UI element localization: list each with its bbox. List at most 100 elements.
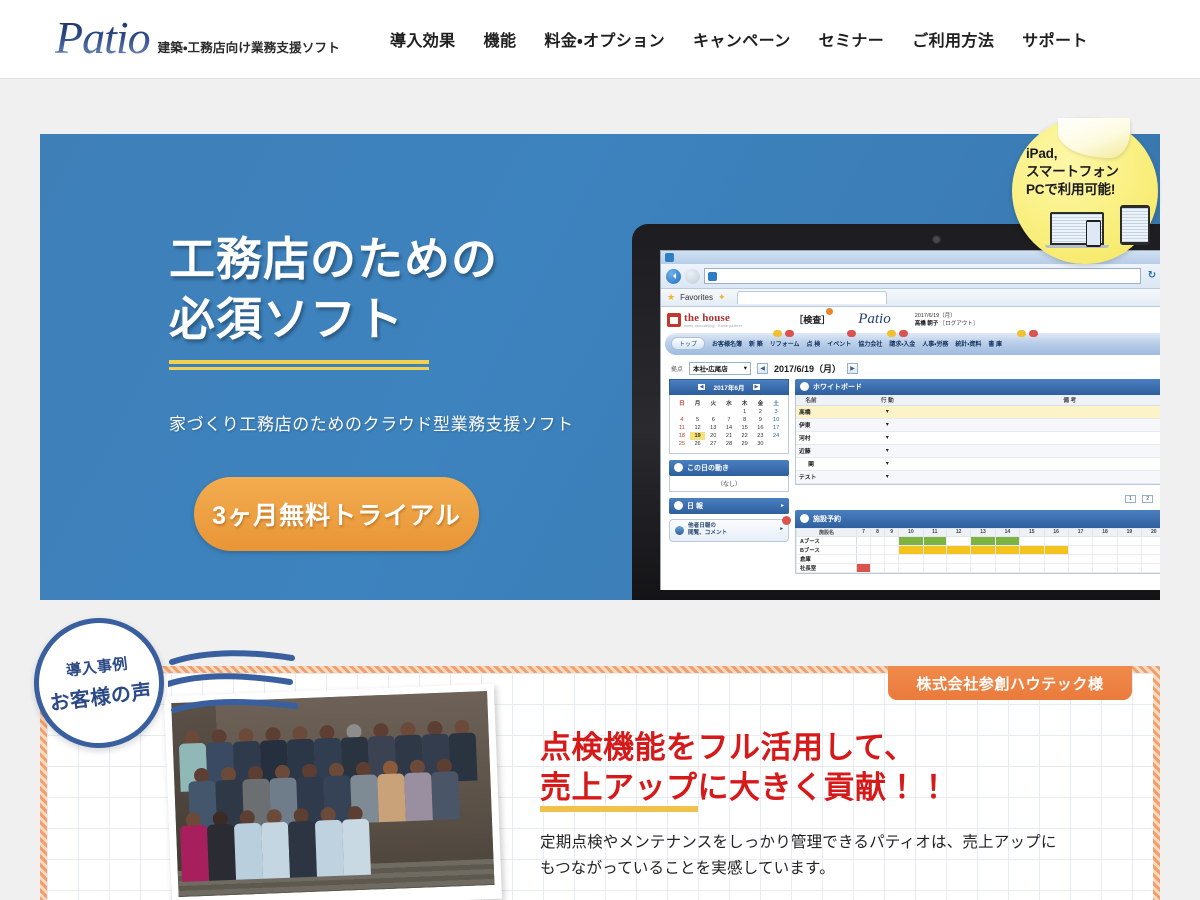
app-nav-billing[interactable]: 請求・入金 [889, 339, 915, 348]
thehouse-sub: home remodeling . home partner [684, 323, 743, 328]
table-row[interactable]: テスト ▾ 記入 [796, 470, 1160, 484]
nav-item-campaign[interactable]: キャンペーン [679, 19, 805, 59]
other-report-label: 他者日報の 閲覧、コメント [688, 522, 728, 537]
case-study-copy: 点検機能をフル活用して、 売上アップに大きく貢献！！ 定期点検やメンテナンスをし… [540, 728, 1060, 883]
app-patio-logo: Patio [858, 311, 891, 328]
hero-copy: 工務店のための 必須ソフト 家づくり工務店のためのクラウド型業務支援ソフト 3ヶ… [169, 230, 599, 551]
check-icon [800, 514, 809, 524]
nav-item-features[interactable]: 機能 [470, 19, 531, 59]
laptop-mockup: ↻ ✕ ⟳ ★ Favorites ✦ [600, 224, 1160, 600]
app-nav-customers[interactable]: お客様名簿 [712, 339, 742, 348]
whiteboard-title: ホワイトボード [813, 383, 862, 391]
page-2[interactable]: 2 [1142, 494, 1154, 503]
main-navigation: 導入効果 機能 料金・オプション キャンペーン セミナー ご利用方法 サポート [376, 19, 1102, 59]
app-nav-stats[interactable]: 統計・資料 [955, 339, 981, 348]
chevron-down-icon: ▾ [743, 365, 748, 373]
nav-item-seminar[interactable]: セミナー [805, 19, 899, 59]
booking-gantt: 施設名 78 9 10 11 12 13 14 15 16 17 18 19 20 [795, 527, 1160, 574]
hero-subtitle: 家づくり工務店のためのクラウド型業務支援ソフト [169, 414, 574, 434]
app-nav-inspection[interactable]: 点 検 [807, 339, 821, 348]
nav-item-howto[interactable]: ご利用方法 [898, 19, 1008, 59]
app-nav-home[interactable]: トップ [671, 337, 706, 351]
speed-lines-decoration [168, 648, 298, 720]
table-row[interactable]: 伊東 ▾ 記入 [796, 418, 1160, 432]
day-activity-value: （なし） [669, 475, 789, 492]
case-body-text: 定期点検やメンテナンスをしっかり管理できるパティオは、売上アップにもつながってい… [540, 833, 1057, 878]
badge-line-2: お客様の声 [48, 680, 154, 716]
gantt-row[interactable]: 社長室 [796, 562, 1160, 573]
house-icon [667, 312, 681, 327]
gantt-row[interactable]: 倉庫 [796, 553, 1160, 564]
laptop-body: ↻ ✕ ⟳ ★ Favorites ✦ [632, 224, 1160, 600]
add-favorite-icon[interactable]: ✦ [718, 292, 726, 303]
calendar-next-icon[interactable]: ▶ [752, 383, 761, 390]
hero-underline [169, 359, 429, 370]
daily-report-button[interactable]: 日 報 ▸ [669, 497, 789, 514]
next-day-button[interactable]: ▶ [847, 362, 859, 374]
inspection-label: ［検査］ [794, 308, 834, 326]
app-nav-partners[interactable]: 協力会社 [858, 339, 882, 348]
whiteboard-header: ホワイトボード [795, 378, 1160, 395]
prev-day-button[interactable]: ◀ [757, 362, 769, 374]
app-header: the house home remodeling . home partner… [661, 307, 1160, 331]
notification-dot [826, 308, 834, 316]
app-right-column: ホワイトボード 名前 行 動 備 考 高橋 ▾ 伊東 ▾ 河村 ▾ 近藤 ▾ 関… [795, 378, 1160, 574]
hero-headline-line2: 必須ソフト [169, 292, 404, 345]
url-input[interactable] [704, 268, 1141, 284]
favorites-label[interactable]: Favorites [680, 293, 713, 302]
booking-title: 施設予約 [813, 515, 841, 523]
page-1[interactable]: 1 [1125, 494, 1136, 503]
clock-icon [674, 463, 683, 473]
calendar[interactable]: 日 月 火 水 木 金 土 123 4 5 6 7 8 9 10 11 12 1… [669, 394, 789, 454]
daily-report-label: 日 報 [687, 502, 703, 510]
app-left-column: ◀ 2017年6月 ▶ 日 月 火 水 木 金 土 1 2 3 4 5 6 7 … [669, 378, 791, 574]
branch-select[interactable]: 本社・広尾店 ▾ [689, 361, 752, 375]
calendar-prev-icon[interactable]: ◀ [697, 383, 706, 390]
page-icon [708, 271, 717, 281]
app-body: ◀ 2017年6月 ▶ 日 月 火 水 木 金 土 1 2 3 4 5 6 7 … [661, 378, 1160, 574]
nav-item-support[interactable]: サポート [1008, 19, 1102, 59]
app-nav-event[interactable]: イベント [827, 339, 851, 348]
badge-line-1: 導入事例 [65, 655, 129, 680]
report-icon [674, 501, 683, 511]
branch-label: 拠点 [671, 366, 684, 373]
gantt-row[interactable]: Aブース [796, 535, 1160, 546]
app-date: 2017/6/19（月） [914, 312, 956, 319]
booking-header: 施設予約 予約 [795, 509, 1160, 528]
page-root: Patio 建築・工務店向け業務支援ソフト 導入効果 機能 料金・オプション キ… [0, 0, 1200, 900]
device-illustration [1045, 205, 1150, 249]
logo[interactable]: Patio 建築・工務店向け業務支援ソフト [55, 15, 340, 63]
table-row[interactable]: 河村 ▾ 記入 [796, 431, 1160, 445]
calendar-title: 2017年6月 [713, 384, 745, 392]
app-user-info: 2017/6/19（月） 高橋 朝子 ［ログアウト］ [915, 312, 979, 329]
sticker-line-1: iPad, [1026, 146, 1058, 161]
app-nav-reform[interactable]: リフォーム [770, 339, 800, 348]
app-nav-library[interactable]: 書 庫 [988, 339, 1002, 348]
whiteboard-table: 名前 行 動 備 考 高橋 ▾ 記入 [795, 394, 1160, 485]
device-availability-sticker: iPad, スマートフォン PCで利用可能! [1012, 118, 1158, 264]
smartphone-icon [1086, 220, 1101, 248]
star-icon: ★ [667, 292, 676, 302]
day-activity-panel[interactable]: この日の動き [669, 459, 789, 476]
free-trial-button[interactable]: 3ヶ月無料トライアル [194, 476, 479, 551]
nav-item-benefits[interactable]: 導入効果 [376, 19, 470, 59]
table-row[interactable]: 高橋 ▾ 記入 [796, 405, 1160, 419]
back-icon[interactable] [666, 268, 681, 284]
refresh-icon[interactable]: ↻ [1145, 269, 1159, 283]
thehouse-brand: the house [684, 311, 731, 324]
chevron-right-icon: ▸ [780, 503, 784, 510]
app-nav-newbuild[interactable]: 新 築 [749, 339, 763, 348]
table-row[interactable]: 関 ▾ 記入 [796, 457, 1160, 471]
gantt-row[interactable]: Bブース [796, 544, 1160, 555]
case-headline-rest: に大きく貢献！！ [697, 770, 950, 806]
nav-item-pricing[interactable]: 料金・オプション [530, 19, 679, 59]
forward-icon[interactable] [685, 268, 700, 284]
app-nav-hr[interactable]: 人事・労務 [922, 339, 948, 348]
table-row[interactable]: 近藤 ▾ 記入 [796, 444, 1160, 458]
comment-icon [675, 525, 684, 535]
whiteboard-pager: 1 2 3 ≫ [795, 485, 1160, 505]
hero-banner: 工務店のための 必須ソフト 家づくり工務店のためのクラウド型業務支援ソフト 3ヶ… [40, 134, 1160, 600]
other-report-button[interactable]: 他者日報の 閲覧、コメント ▸ [669, 515, 791, 542]
logout-link[interactable]: ［ログアウト］ [940, 321, 979, 327]
browser-tab[interactable] [736, 291, 887, 304]
